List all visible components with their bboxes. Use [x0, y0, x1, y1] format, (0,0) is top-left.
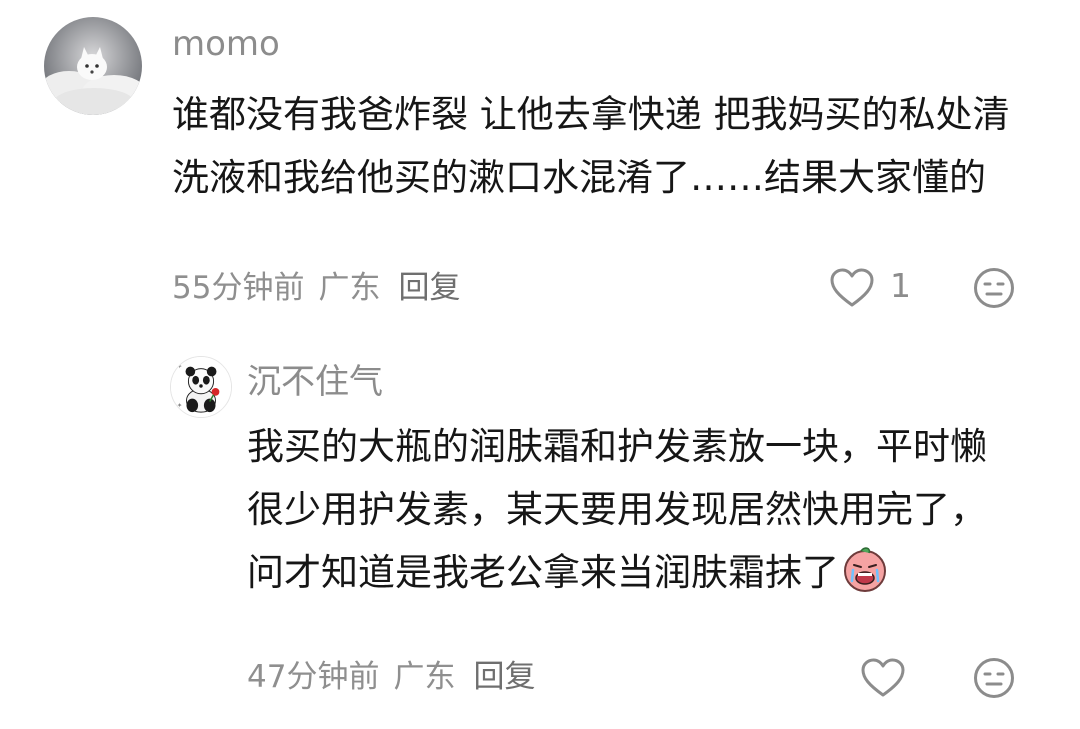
- neutral-face-icon[interactable]: [973, 267, 1015, 309]
- reply-button[interactable]: 回复: [398, 270, 460, 306]
- svg-text:✦: ✦: [177, 401, 183, 409]
- reply-username[interactable]: 沉不住气: [247, 362, 383, 402]
- reply-location: 广东: [393, 659, 456, 695]
- reply-avatar[interactable]: ✦ ✦: [170, 356, 232, 418]
- comment-text: 谁都没有我爸炸裂 让他去拿快递 把我妈买的私处清洗液和我给他买的漱口水混淆了………: [172, 93, 1010, 199]
- comment-avatar[interactable]: [44, 17, 142, 115]
- comment-username[interactable]: momo: [172, 24, 280, 64]
- like-count: 1: [890, 266, 911, 305]
- reply-meta: 47分钟前 广东 回复: [247, 659, 549, 695]
- heart-outline-icon[interactable]: [861, 658, 905, 698]
- reply-text: 我买的大瓶的润肤霜和护发素放一块，平时懒很少用护发素，某天要用发现居然快用完了，…: [247, 415, 1007, 604]
- comment-time: 55分钟前: [172, 270, 305, 306]
- comment-meta: 55分钟前 广东 回复: [172, 270, 474, 306]
- heart-outline-icon[interactable]: [830, 268, 874, 308]
- reply-button[interactable]: 回复: [473, 659, 535, 695]
- reply-time: 47分钟前: [247, 659, 380, 695]
- crying-face-sticker-icon: [841, 545, 889, 593]
- neutral-face-icon[interactable]: [973, 657, 1015, 699]
- svg-text:✦: ✦: [177, 363, 183, 371]
- comment-location: 广东: [318, 270, 381, 306]
